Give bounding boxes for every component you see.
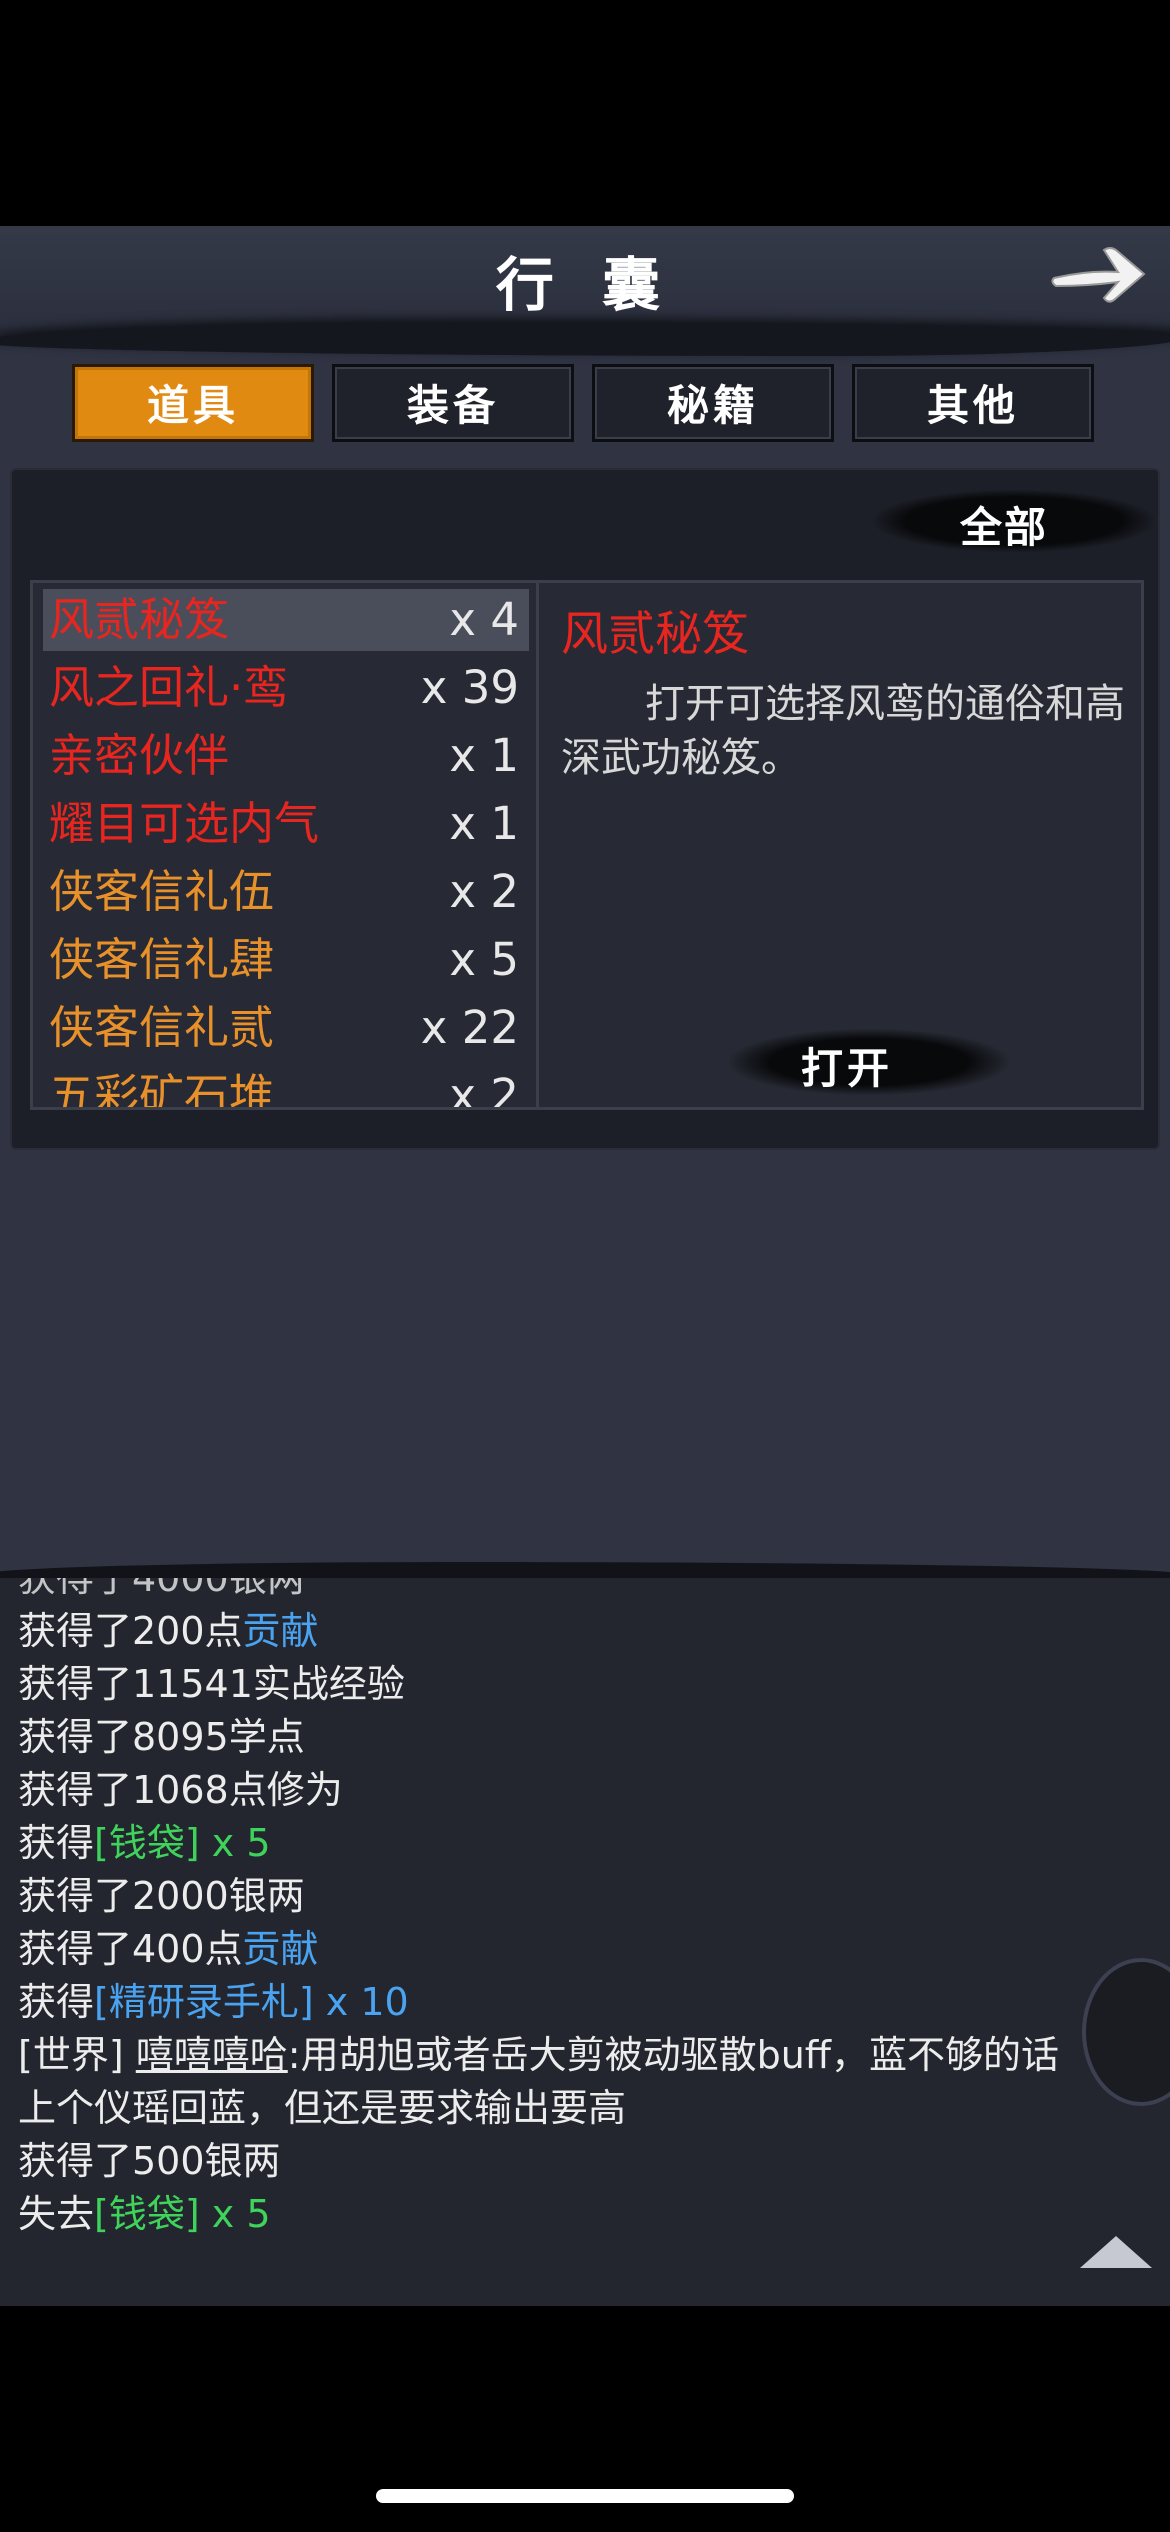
log-line: 获得[钱袋] x 5	[18, 1817, 1118, 1870]
log-link[interactable]: 贡献	[243, 1609, 319, 1653]
item-count: x 2	[449, 865, 519, 918]
arrow-right-icon[interactable]	[1048, 234, 1148, 314]
item-name: 风之回礼·鸾	[49, 661, 289, 714]
log-item-link[interactable]: [精研录手札] x 10	[94, 1980, 409, 2024]
log-line: [世界] 嘻嘻嘻哈:用胡旭或者岳大剪被动驱散buff，蓝不够的话	[18, 2029, 1118, 2082]
item-count: x 39	[420, 661, 519, 714]
item-count: x 1	[449, 729, 519, 782]
log-item-link[interactable]: [钱袋] x 5	[94, 2192, 270, 2236]
filter-dropdown[interactable]: 全部	[960, 494, 1048, 555]
item-count: x 2	[449, 1069, 519, 1110]
log-text: 获得	[18, 1980, 95, 2024]
list-item[interactable]: 耀目可选内气 x 1	[43, 793, 529, 855]
category-tabs: 道具 装备 秘籍 其他	[72, 364, 1102, 444]
title-bar-brush-divider	[0, 322, 1170, 356]
log-text: 获得	[18, 1821, 95, 1865]
list-item[interactable]: 风之回礼·鸾 x 39	[43, 657, 529, 719]
item-name: 亲密伙伴	[49, 729, 230, 782]
list-item[interactable]: 侠客信礼伍 x 2	[43, 861, 529, 923]
detail-title: 风贰秘笈	[561, 607, 749, 662]
item-count: x 5	[449, 933, 519, 986]
item-count: x 4	[449, 593, 519, 646]
item-name: 侠客信礼肆	[49, 933, 275, 986]
item-name: 侠客信礼伍	[49, 865, 275, 918]
log-line: 获得了11541实战经验	[18, 1662, 405, 1706]
item-name: 侠客信礼贰	[49, 1001, 275, 1054]
log-link[interactable]: 贡献	[243, 1927, 319, 1971]
log-line: 获得了2000银两	[18, 1874, 305, 1918]
log-line: 获得了4000银两	[18, 1578, 305, 1600]
list-item[interactable]: 亲密伙伴 x 1	[43, 725, 529, 787]
log-line: 获得了400点贡献	[18, 1923, 1118, 1976]
game-screen: 行 囊 道具 装备 秘籍 其他 全部 风贰秘笈 x 4 风之回礼·鸾 x 39 …	[0, 226, 1170, 2306]
item-count: x 1	[449, 797, 519, 850]
item-list[interactable]: 风贰秘笈 x 4 风之回礼·鸾 x 39 亲密伙伴 x 1 耀目可选内气 x 1…	[30, 580, 540, 1110]
item-name: 耀目可选内气	[49, 797, 320, 850]
tab-equipment[interactable]: 装备	[332, 364, 574, 442]
item-count: x 22	[420, 1001, 519, 1054]
log-text: 获得了200点	[18, 1609, 243, 1653]
log-line: 获得了1068点修为	[18, 1768, 343, 1812]
list-item[interactable]: 五彩矿石堆 x 2	[43, 1065, 529, 1110]
home-indicator[interactable]	[376, 2489, 794, 2503]
log-item-link[interactable]: [钱袋] x 5	[94, 1821, 270, 1865]
open-button[interactable]: 打开	[801, 1035, 893, 1096]
inventory-panel: 全部 风贰秘笈 x 4 风之回礼·鸾 x 39 亲密伙伴 x 1 耀目可选内气 …	[12, 470, 1158, 1148]
log-text: 失去	[18, 2192, 95, 2236]
log-line: 获得了8095学点	[18, 1715, 305, 1759]
list-item[interactable]: 风贰秘笈 x 4	[43, 589, 529, 651]
item-name: 五彩矿石堆	[49, 1069, 275, 1110]
page-title: 行 囊	[495, 251, 675, 319]
tab-other[interactable]: 其他	[852, 364, 1094, 442]
detail-description: 打开可选择风鸾的通俗和高深武功秘笈。	[561, 681, 1125, 781]
chat-channel: [世界]	[18, 2033, 124, 2077]
log-line: 获得了200点贡献	[18, 1605, 1118, 1658]
item-detail-pane: 风贰秘笈 打开可选择风鸾的通俗和高深武功秘笈。 打开	[536, 580, 1144, 1110]
collapse-up-icon[interactable]	[1080, 2236, 1152, 2268]
tab-items[interactable]: 道具	[72, 364, 314, 442]
list-item[interactable]: 侠客信礼贰 x 22	[43, 997, 529, 1059]
log-text: 获得了400点	[18, 1927, 243, 1971]
title-bar: 行 囊	[0, 226, 1170, 356]
log-line: 上个仪瑶回蓝，但还是要求输出要高	[18, 2086, 627, 2130]
log-line: 获得了500银两	[18, 2139, 281, 2183]
log-line: 失去[钱袋] x 5	[18, 2188, 1118, 2241]
chat-username[interactable]: 嘻嘻嘻哈	[136, 2033, 288, 2077]
log-line: 获得[精研录手札] x 10	[18, 1976, 1118, 2029]
chat-message: :用胡旭或者岳大剪被动驱散buff，蓝不够的话	[287, 2033, 1059, 2077]
list-item[interactable]: 侠客信礼肆 x 5	[43, 929, 529, 991]
item-name: 风贰秘笈	[49, 593, 230, 646]
tab-manuals[interactable]: 秘籍	[592, 364, 834, 442]
chat-log[interactable]: 获得了4000银两 获得了200点贡献 获得了11541实战经验 获得了8095…	[0, 1578, 1170, 2306]
